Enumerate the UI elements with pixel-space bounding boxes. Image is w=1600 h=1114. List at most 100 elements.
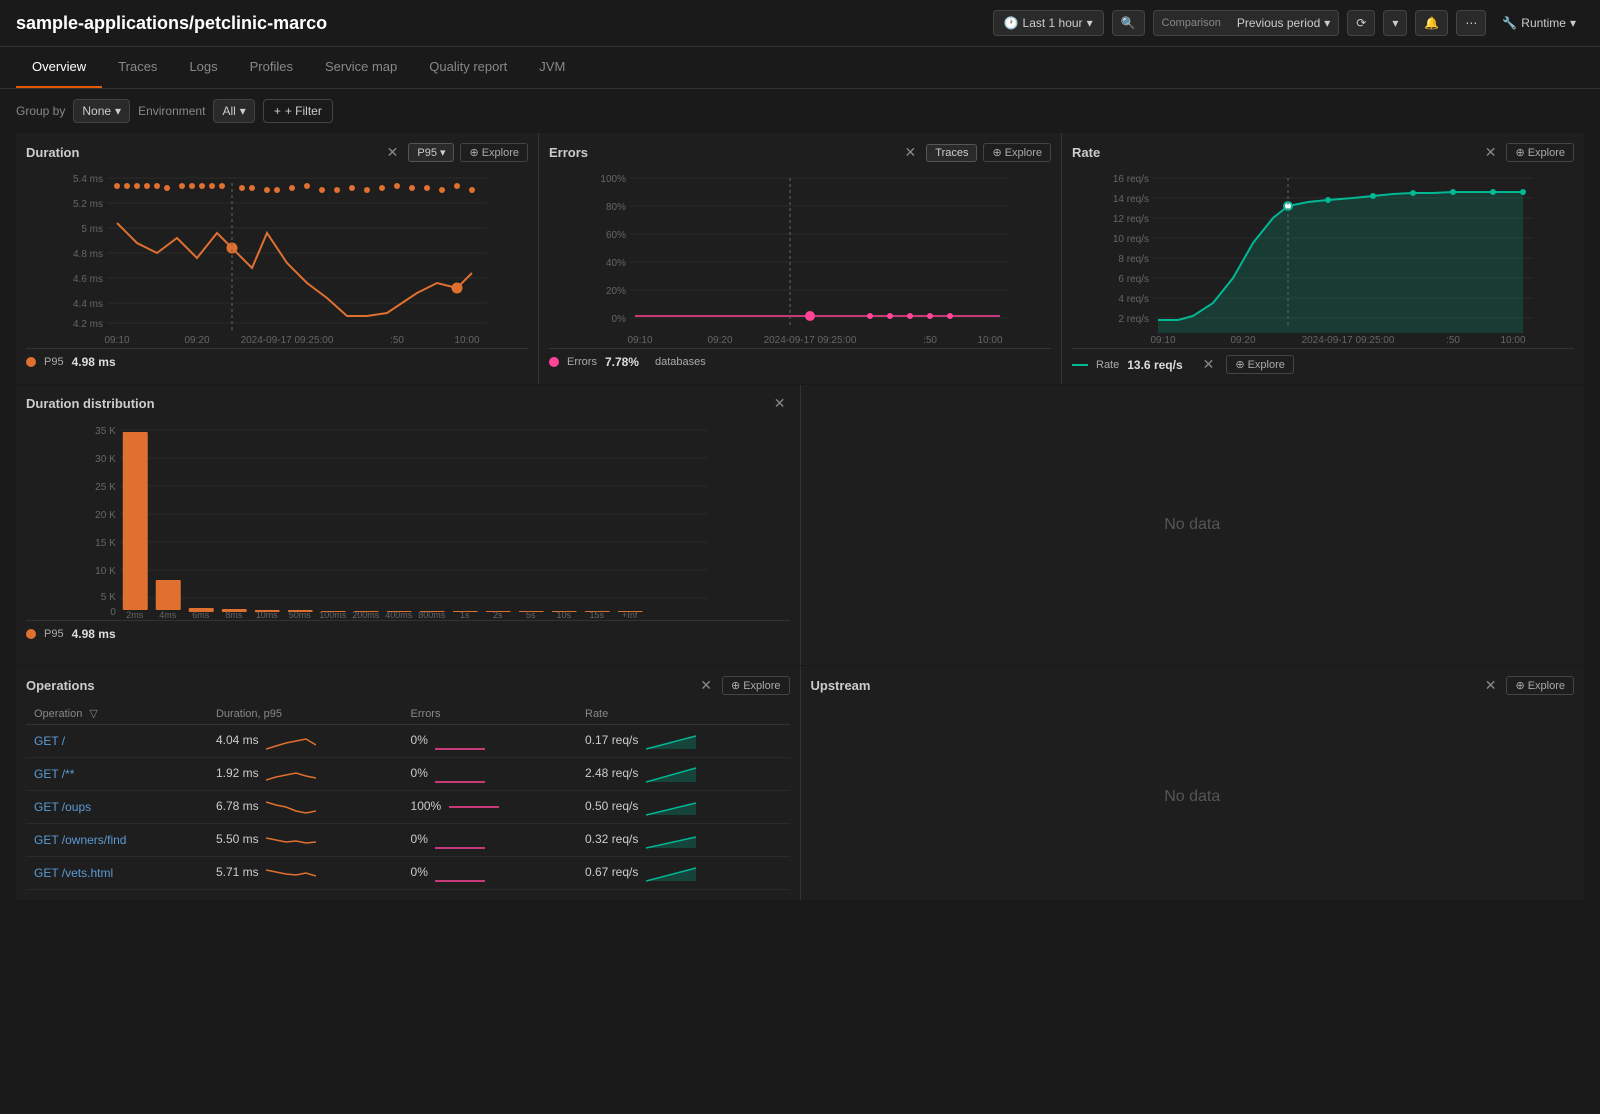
operations-close-button[interactable]: ✕ xyxy=(696,676,716,695)
rate-footer-close-button[interactable]: ✕ xyxy=(1199,356,1219,373)
upstream-no-data: No data xyxy=(811,703,1575,890)
operations-title: Operations xyxy=(26,678,95,693)
group-by-label: Group by xyxy=(16,104,65,118)
comparison-group: Comparison Previous period ▾ xyxy=(1153,10,1340,36)
environment-select[interactable]: All ▾ xyxy=(213,99,254,123)
op-link[interactable]: GET /** xyxy=(34,767,74,781)
op-rate: 0.67 req/s xyxy=(577,857,790,890)
explore-icon: ⊕ xyxy=(469,146,478,159)
op-link[interactable]: GET /vets.html xyxy=(34,866,113,880)
operations-explore-button[interactable]: ⊕ Explore xyxy=(722,676,790,695)
operations-table: Operation ▽ Duration, p95 Errors Rate GE… xyxy=(26,703,790,890)
svg-text:10ms: 10ms xyxy=(256,610,279,620)
duration-explore-button[interactable]: ⊕ Explore xyxy=(460,143,528,162)
chevron-down-icon: ▾ xyxy=(1324,16,1330,30)
op-link[interactable]: GET /oups xyxy=(34,800,91,814)
svg-text:12 req/s: 12 req/s xyxy=(1113,214,1149,225)
duration-chart-panel: Duration ✕ P95 ▾ ⊕ Explore xyxy=(16,133,538,384)
environment-label: Environment xyxy=(138,104,205,118)
rate-legend-line xyxy=(1072,364,1088,366)
tab-logs[interactable]: Logs xyxy=(173,47,233,88)
tab-overview[interactable]: Overview xyxy=(16,47,102,88)
refresh-dropdown-button[interactable]: ▾ xyxy=(1383,10,1407,36)
errors-chart-header: Errors ✕ Traces ⊕ Explore xyxy=(549,143,1051,162)
rate-explore-button[interactable]: ⊕ Explore xyxy=(1506,143,1574,162)
charts-grid: Duration ✕ P95 ▾ ⊕ Explore xyxy=(16,133,1584,384)
svg-text:14 req/s: 14 req/s xyxy=(1113,194,1149,205)
search-button[interactable]: 🔍 xyxy=(1112,10,1145,36)
p95-legend-dot xyxy=(26,357,36,367)
svg-text:5s: 5s xyxy=(526,610,536,620)
dist-legend-value: 4.98 ms xyxy=(72,627,116,641)
runtime-button[interactable]: 🔧 Runtime ▾ xyxy=(1494,12,1584,34)
errors-legend-value: 7.78% xyxy=(605,355,639,369)
errors-legend-label: Errors xyxy=(567,356,597,368)
group-by-select[interactable]: None ▾ xyxy=(73,99,130,123)
svg-text:5.2 ms: 5.2 ms xyxy=(73,199,103,210)
tab-traces[interactable]: Traces xyxy=(102,47,173,88)
svg-text:4ms: 4ms xyxy=(159,610,177,620)
upstream-title: Upstream xyxy=(811,678,871,693)
rate-legend-label: Rate xyxy=(1096,359,1119,371)
distribution-close-button[interactable]: ✕ xyxy=(770,395,790,412)
col-errors: Errors xyxy=(403,703,577,725)
op-link[interactable]: GET /owners/find xyxy=(34,833,126,847)
svg-text:400ms: 400ms xyxy=(385,610,413,620)
chevron-down-icon: ▾ xyxy=(1087,16,1093,30)
rate-close-button[interactable]: ✕ xyxy=(1481,144,1501,161)
table-row: GET / 4.04 ms 0% 0.17 req/s xyxy=(26,725,790,758)
op-link[interactable]: GET / xyxy=(34,734,65,748)
op-rate: 0.32 req/s xyxy=(577,824,790,857)
dist-legend-dot xyxy=(26,629,36,639)
upstream-explore-button[interactable]: ⊕ Explore xyxy=(1506,676,1574,695)
alert-button[interactable]: 🔔 xyxy=(1415,10,1448,36)
op-errors: 0% xyxy=(403,758,577,791)
upstream-header: Upstream ✕ ⊕ Explore xyxy=(811,676,1575,695)
svg-text:60%: 60% xyxy=(606,230,626,241)
table-row: GET /owners/find 5.50 ms 0% xyxy=(26,824,790,857)
table-row: GET /vets.html 5.71 ms 0% 0 xyxy=(26,857,790,890)
chevron-down-icon: ▾ xyxy=(1570,16,1576,30)
duration-chart-area: 5.4 ms 5.2 ms 5 ms 4.8 ms 4.6 ms 4.4 ms … xyxy=(26,168,528,348)
svg-text:8ms: 8ms xyxy=(225,610,243,620)
operations-section: Operations ✕ ⊕ Explore Operation ▽ Durat… xyxy=(16,666,1584,900)
col-operation: Operation ▽ xyxy=(26,703,208,725)
more-button[interactable]: ⋯ xyxy=(1456,10,1486,36)
svg-text:2ms: 2ms xyxy=(126,610,144,620)
svg-text:10:00: 10:00 xyxy=(454,335,479,346)
add-filter-button[interactable]: + + Filter xyxy=(263,99,333,123)
tab-service-map[interactable]: Service map xyxy=(309,47,413,88)
rate-footer-explore-button[interactable]: ⊕ Explore xyxy=(1226,355,1294,374)
tab-jvm[interactable]: JVM xyxy=(523,47,581,88)
distribution-svg: 35 K 30 K 25 K 20 K 15 K 10 K 5 K 0 xyxy=(26,420,790,620)
tab-profiles[interactable]: Profiles xyxy=(234,47,309,88)
p95-button[interactable]: P95 ▾ xyxy=(408,143,454,162)
errors-chart-area: 100% 80% 60% 40% 20% 0% 09:10 xyxy=(549,168,1051,348)
svg-text:100%: 100% xyxy=(600,174,626,185)
comparison-value[interactable]: Previous period ▾ xyxy=(1229,11,1338,35)
svg-text:20%: 20% xyxy=(606,286,626,297)
duration-close-button[interactable]: ✕ xyxy=(383,144,403,161)
chevron-down-icon: ▾ xyxy=(440,146,446,159)
explore-icon: ⊕ xyxy=(731,679,740,692)
svg-text:800ms: 800ms xyxy=(418,610,446,620)
svg-text:09:10: 09:10 xyxy=(627,335,652,346)
svg-text:25 K: 25 K xyxy=(95,482,116,493)
upstream-close-button[interactable]: ✕ xyxy=(1481,676,1501,695)
svg-text:4.2 ms: 4.2 ms xyxy=(73,319,103,330)
svg-text:6 req/s: 6 req/s xyxy=(1118,274,1149,285)
explore-icon: ⊕ xyxy=(1515,679,1524,692)
svg-text::50: :50 xyxy=(390,335,404,346)
op-rate: 0.50 req/s xyxy=(577,791,790,824)
errors-explore-button[interactable]: ⊕ Explore xyxy=(983,143,1051,162)
svg-text:10 K: 10 K xyxy=(95,566,116,577)
traces-button[interactable]: Traces xyxy=(926,144,977,162)
svg-text::50: :50 xyxy=(1446,335,1460,346)
refresh-button[interactable]: ⟳ xyxy=(1347,10,1375,36)
errors-close-button[interactable]: ✕ xyxy=(901,144,921,161)
svg-text:2024-09-17 09:25:00: 2024-09-17 09:25:00 xyxy=(241,335,334,346)
distribution-chart: 35 K 30 K 25 K 20 K 15 K 10 K 5 K 0 xyxy=(26,420,790,620)
svg-text:30 K: 30 K xyxy=(95,454,116,465)
tab-quality-report[interactable]: Quality report xyxy=(413,47,523,88)
time-range-button[interactable]: 🕐 Last 1 hour ▾ xyxy=(993,10,1104,36)
